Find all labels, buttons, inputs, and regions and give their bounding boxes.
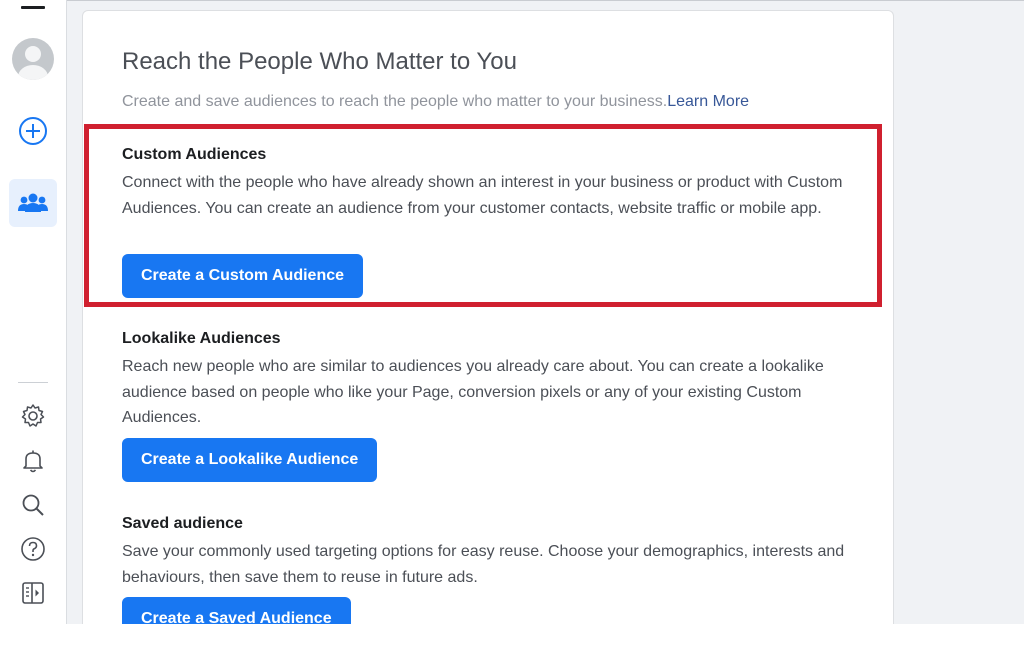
section-heading: Custom Audiences [122, 146, 267, 163]
page-subtitle: Create and save audiences to reach the p… [122, 93, 749, 111]
create-lookalike-audience-button[interactable]: Create a Lookalike Audience [122, 438, 378, 482]
audiences-nav-item[interactable] [9, 179, 57, 227]
section-heading: Saved audience [122, 515, 243, 532]
gear-icon [21, 404, 45, 427]
lookalike-audiences-section: Lookalike Audiences Reach new people who… [122, 329, 862, 431]
help-button[interactable] [9, 525, 57, 573]
bell-icon [23, 450, 43, 473]
page-title: Reach the People Who Matter to You [122, 48, 517, 75]
panel-toggle-icon [22, 582, 44, 604]
subtitle-text: Create and save audiences to reach the p… [122, 93, 668, 110]
people-icon [18, 193, 48, 212]
app-viewport: Reach the People Who Matter to You Creat… [0, 0, 1024, 624]
learn-more-link[interactable]: Learn More [667, 93, 749, 110]
audiences-card: Reach the People Who Matter to You Creat… [82, 10, 894, 624]
question-icon [21, 537, 45, 561]
rail-divider [18, 382, 48, 383]
avatar-head [25, 46, 41, 62]
search-icon [22, 494, 44, 516]
create-saved-audience-button[interactable]: Create a Saved Audience [122, 597, 351, 624]
section-heading: Lookalike Audiences [122, 330, 281, 347]
saved-audience-section: Saved audience Save your commonly used t… [122, 514, 862, 590]
menu-icon[interactable] [21, 6, 45, 9]
avatar[interactable] [12, 38, 54, 80]
panel-toggle-button[interactable] [9, 569, 57, 617]
create-button[interactable] [9, 107, 57, 155]
bottom-margin [0, 624, 1024, 648]
create-custom-audience-button[interactable]: Create a Custom Audience [122, 254, 364, 298]
notifications-button[interactable] [9, 437, 57, 485]
left-rail [0, 0, 67, 624]
plus-circle-icon [19, 117, 47, 145]
section-description: Reach new people who are similar to audi… [122, 358, 824, 426]
section-description: Save your commonly used targeting option… [122, 543, 845, 586]
section-description: Connect with the people who have already… [122, 174, 843, 217]
avatar-body [18, 65, 48, 80]
custom-audiences-section: Custom Audiences Connect with the people… [122, 145, 862, 221]
search-button[interactable] [9, 481, 57, 529]
settings-button[interactable] [9, 392, 57, 440]
top-border [0, 0, 1024, 1]
